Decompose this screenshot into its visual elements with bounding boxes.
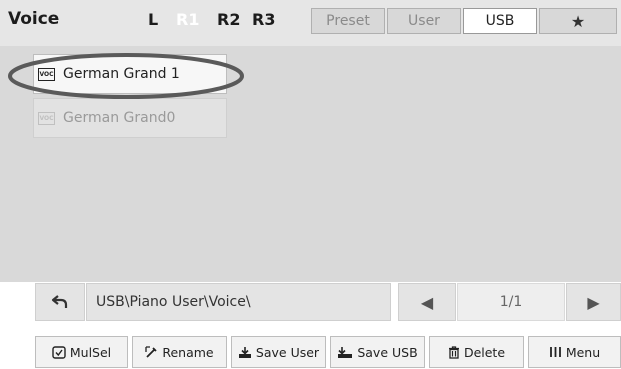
list-item-label: German Grand0 [63, 110, 176, 126]
rename-label: Rename [162, 344, 214, 360]
save-usb-label: Save USB [357, 344, 418, 360]
list-item[interactable]: VOC German Grand0 [33, 98, 227, 138]
save-usb-button[interactable]: Save USB [330, 336, 425, 368]
tab-favorites[interactable]: ★ [539, 8, 617, 34]
save-user-label: Save User [255, 344, 320, 360]
rename-button[interactable]: Rename [132, 336, 227, 368]
mulsel-label: MulSel [69, 344, 112, 360]
page-indicator: 1/1 [457, 283, 565, 321]
pen-icon [145, 345, 158, 359]
multi-select-icon [52, 345, 66, 359]
source-tabs: Preset User USB ★ [311, 8, 619, 34]
tab-preset[interactable]: Preset [311, 8, 385, 34]
page-prev-button[interactable]: ◀ [398, 283, 456, 321]
trash-icon [448, 345, 460, 359]
menu-button[interactable]: Menu [528, 336, 621, 368]
part-l-button[interactable]: L [148, 10, 158, 29]
mulsel-button[interactable]: MulSel [35, 336, 128, 368]
voc-file-icon: VOC [38, 111, 55, 125]
tab-usb[interactable]: USB [463, 8, 537, 34]
highlight-ellipse [8, 53, 244, 99]
back-arrow-icon [51, 295, 68, 308]
star-icon: ★ [570, 11, 586, 31]
delete-label: Delete [463, 344, 506, 360]
save-usb-icon [337, 346, 353, 359]
right-triangle-icon: ▶ [587, 292, 600, 312]
save-user-icon [238, 346, 252, 359]
page-title: Voice [8, 9, 60, 29]
delete-button[interactable]: Delete [429, 336, 524, 368]
part-r1-button[interactable]: R1 [176, 10, 199, 29]
back-button[interactable] [35, 283, 85, 321]
menu-bars-icon [549, 346, 562, 358]
part-r2-button[interactable]: R2 [217, 10, 240, 29]
tab-user[interactable]: User [387, 8, 461, 34]
left-triangle-icon: ◀ [420, 292, 434, 312]
part-r3-button[interactable]: R3 [252, 10, 275, 29]
path-field: USB\Piano User\Voice\ [86, 283, 391, 321]
page-next-button[interactable]: ▶ [566, 283, 621, 321]
menu-label: Menu [565, 344, 601, 360]
save-user-button[interactable]: Save User [231, 336, 326, 368]
